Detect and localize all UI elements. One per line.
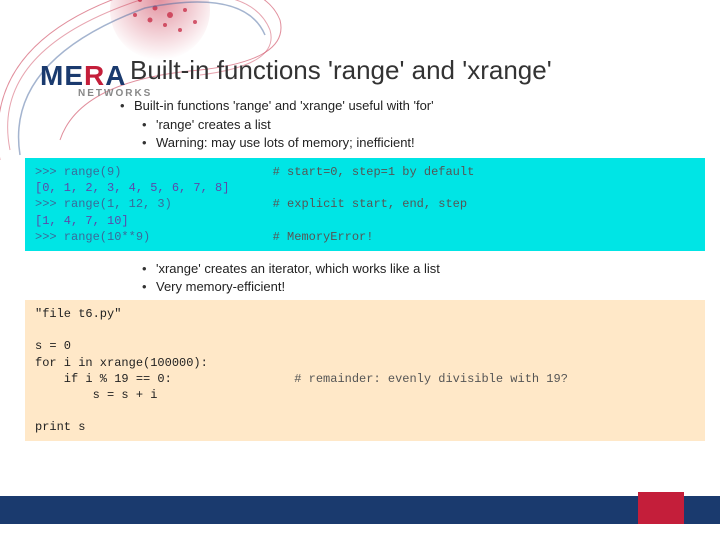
bullet-sub: Warning: may use lots of memory; ineffic… [142,135,680,150]
footer-bar [0,496,720,524]
footer-accent [638,496,684,524]
code-block-range: >>> range(9) # start=0, step=1 by defaul… [25,158,705,251]
bullet-sub: Very memory-efficient! [142,279,680,294]
bullet-sub: 'range' creates a list [142,117,680,132]
footer-accent-top [638,492,684,496]
slide-content: Built-in functions 'range' and 'xrange' … [120,98,680,451]
bullet-main: Built-in functions 'range' and 'xrange' … [120,98,680,113]
bullet-sub: 'xrange' creates an iterator, which work… [142,261,680,276]
slide-title: Built-in functions 'range' and 'xrange' [130,55,552,86]
code-block-xrange: "file t6.py" s = 0 for i in xrange(10000… [25,300,705,442]
